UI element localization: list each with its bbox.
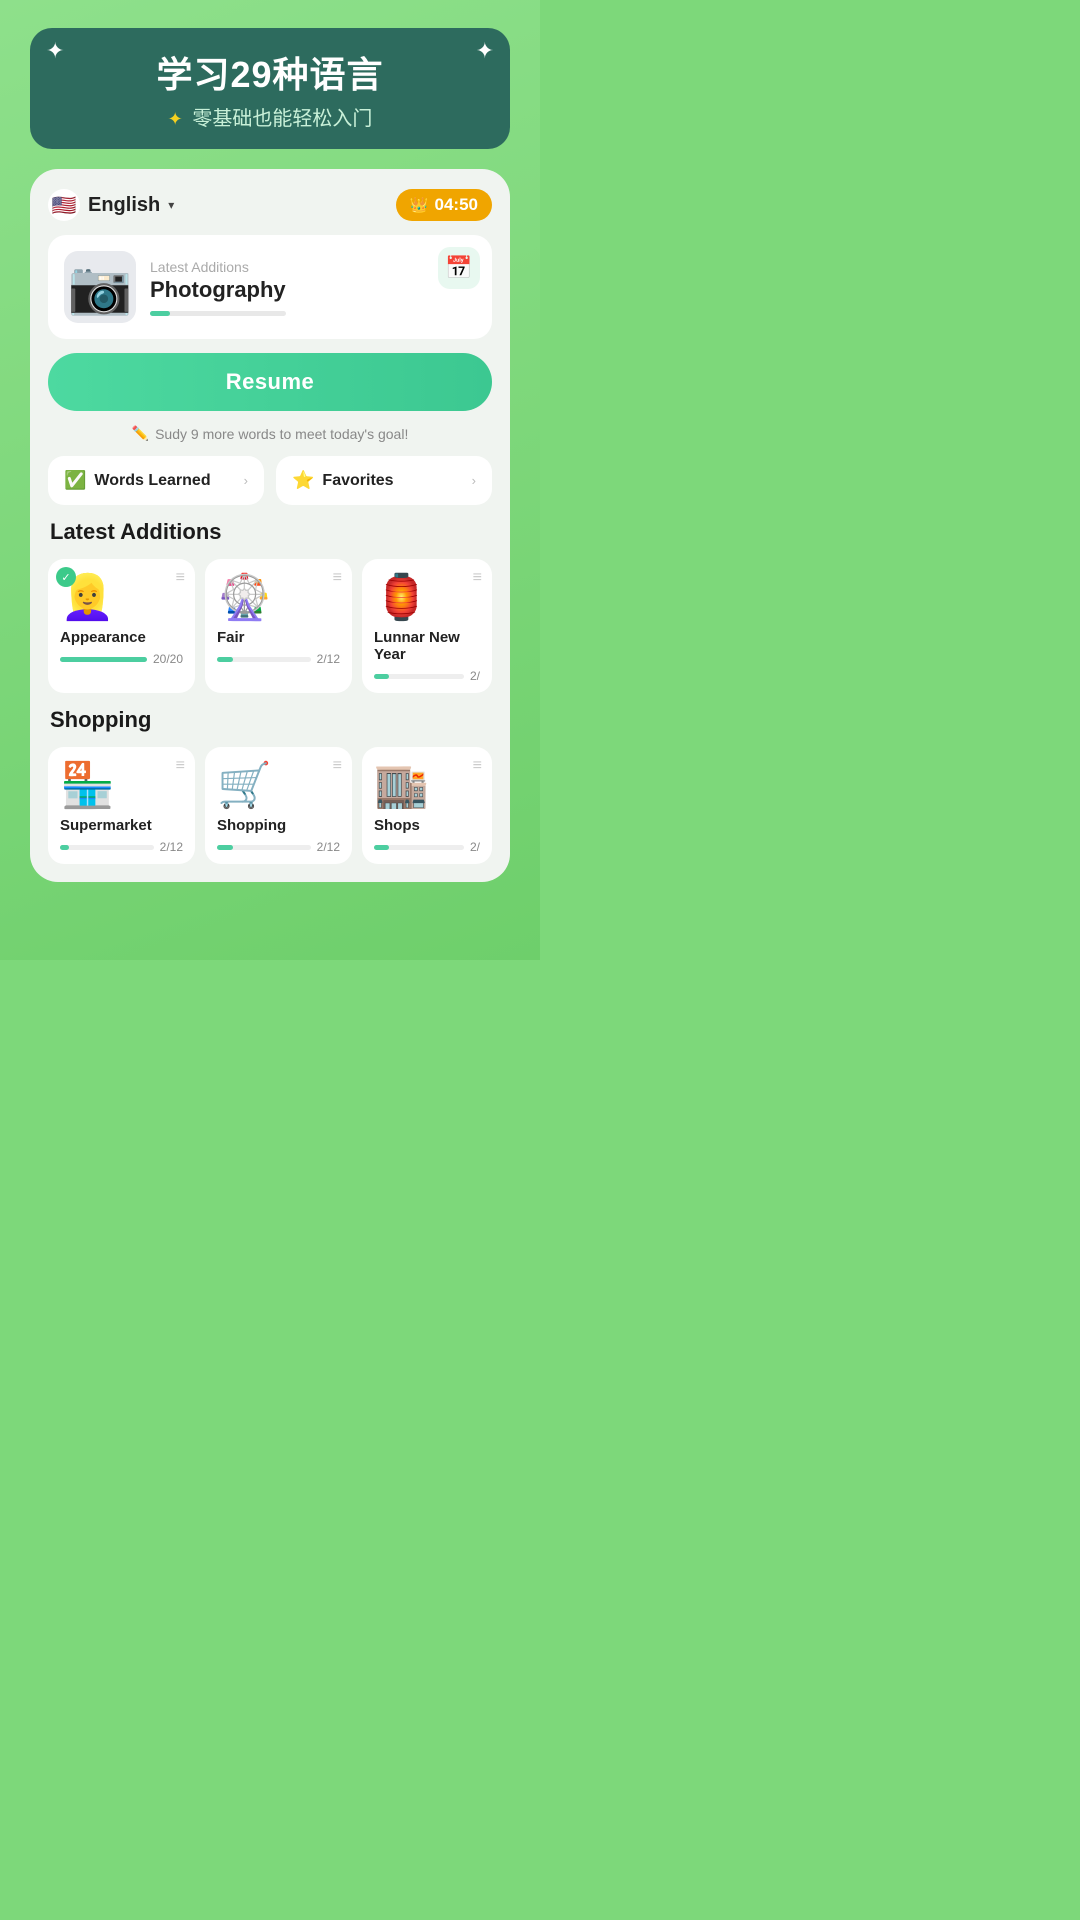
favorites-arrow: › (472, 473, 476, 488)
featured-progress-bar (150, 311, 286, 316)
sparkle-right-icon: ✦ (476, 38, 494, 64)
timer-value: 04:50 (435, 195, 478, 215)
featured-label: Latest Additions (150, 259, 286, 275)
shopping-cards: ≡ 🏪 Supermarket 2/12 ≡ 🛒 Shopping (48, 747, 492, 864)
card-progress: 2/ (374, 840, 480, 854)
sparkle-left-icon: ✦ (46, 38, 64, 64)
study-goal-text: ✏️ Sudy 9 more words to meet today's goa… (48, 425, 492, 442)
header-banner: ✦ ✦ 学习29种语言 ✦ 零基础也能轻松入门 (30, 28, 510, 149)
language-selector[interactable]: 🇺🇸 English ▾ (48, 189, 174, 221)
edit-icon: ✏️ (132, 425, 149, 442)
card-count: 2/ (470, 669, 480, 683)
favorites-label: Favorites (322, 472, 393, 490)
latest-additions-cards: ≡ 👱‍♀️ ✓ Appearance 20/20 ≡ 🎡 Fair (48, 559, 492, 693)
card-progress: 2/12 (217, 652, 340, 666)
card-fair[interactable]: ≡ 🎡 Fair 2/12 (205, 559, 352, 693)
card-progress: 2/ (374, 669, 480, 683)
featured-title: Photography (150, 277, 286, 303)
card-menu-dots[interactable]: ≡ (176, 569, 185, 587)
card-progress: 20/20 (60, 652, 183, 666)
card-name: Supermarket (60, 817, 183, 834)
featured-image: 📷 (64, 251, 136, 323)
card-shopping[interactable]: ≡ 🛒 Shopping 2/12 (205, 747, 352, 864)
card-progress: 2/12 (60, 840, 183, 854)
card-image: 👱‍♀️ ✓ (60, 571, 115, 623)
words-learned-icon: ✅ (64, 470, 86, 491)
card-name: Shops (374, 817, 480, 834)
card-name: Appearance (60, 629, 183, 646)
flag-icon: 🇺🇸 (48, 189, 80, 221)
card-shops[interactable]: ≡ 🏬 Shops 2/ (362, 747, 492, 864)
banner-sub-title: ✦ 零基础也能轻松入门 (62, 102, 478, 131)
banner-main-title: 学习29种语言 (62, 46, 478, 98)
card-supermarket[interactable]: ≡ 🏪 Supermarket 2/12 (48, 747, 195, 864)
featured-text: Latest Additions Photography (150, 259, 286, 316)
latest-additions-title: Latest Additions (48, 519, 492, 545)
card-count: 2/ (470, 840, 480, 854)
card-image: 🏬 (374, 759, 480, 811)
outer-background: ✦ ✦ 学习29种语言 ✦ 零基础也能轻松入门 🇺🇸 English ▾ 👑 0… (0, 0, 540, 960)
crown-icon: 👑 (410, 196, 429, 214)
top-bar: 🇺🇸 English ▾ 👑 04:50 (48, 189, 492, 221)
language-dropdown-arrow: ▾ (168, 198, 174, 212)
resume-button[interactable]: Resume (48, 353, 492, 411)
card-name: Shopping (217, 817, 340, 834)
card-name: Fair (217, 629, 340, 646)
main-card: 🇺🇸 English ▾ 👑 04:50 📷 Latest Additions … (30, 169, 510, 882)
card-image: 🎡 (217, 571, 340, 623)
card-image: 🛒 (217, 759, 340, 811)
language-name: English (88, 194, 160, 217)
quick-links: ✅ Words Learned › ⭐ Favorites › (48, 456, 492, 505)
words-learned-link[interactable]: ✅ Words Learned › (48, 456, 264, 505)
shopping-title: Shopping (48, 707, 492, 733)
completed-badge: ✓ (56, 567, 76, 587)
card-image: 🏮 (374, 571, 480, 623)
card-lunar-new-year[interactable]: ≡ 🏮 Lunnar New Year 2/ (362, 559, 492, 693)
card-count: 2/12 (160, 840, 183, 854)
favorites-link[interactable]: ⭐ Favorites › (276, 456, 492, 505)
card-count: 2/12 (317, 840, 340, 854)
favorites-icon: ⭐ (292, 470, 314, 491)
words-learned-label: Words Learned (94, 472, 210, 490)
card-image: 🏪 (60, 759, 183, 811)
card-count: 20/20 (153, 652, 183, 666)
featured-progress-fill (150, 311, 170, 316)
card-progress: 2/12 (217, 840, 340, 854)
yellow-sparkle-icon: ✦ (168, 109, 183, 129)
featured-card[interactable]: 📷 Latest Additions Photography 📅 (48, 235, 492, 339)
words-learned-arrow: › (244, 473, 248, 488)
card-appearance[interactable]: ≡ 👱‍♀️ ✓ Appearance 20/20 (48, 559, 195, 693)
card-count: 2/12 (317, 652, 340, 666)
calendar-button[interactable]: 📅 (438, 247, 480, 289)
timer-badge[interactable]: 👑 04:50 (396, 189, 492, 221)
card-name: Lunnar New Year (374, 629, 480, 663)
